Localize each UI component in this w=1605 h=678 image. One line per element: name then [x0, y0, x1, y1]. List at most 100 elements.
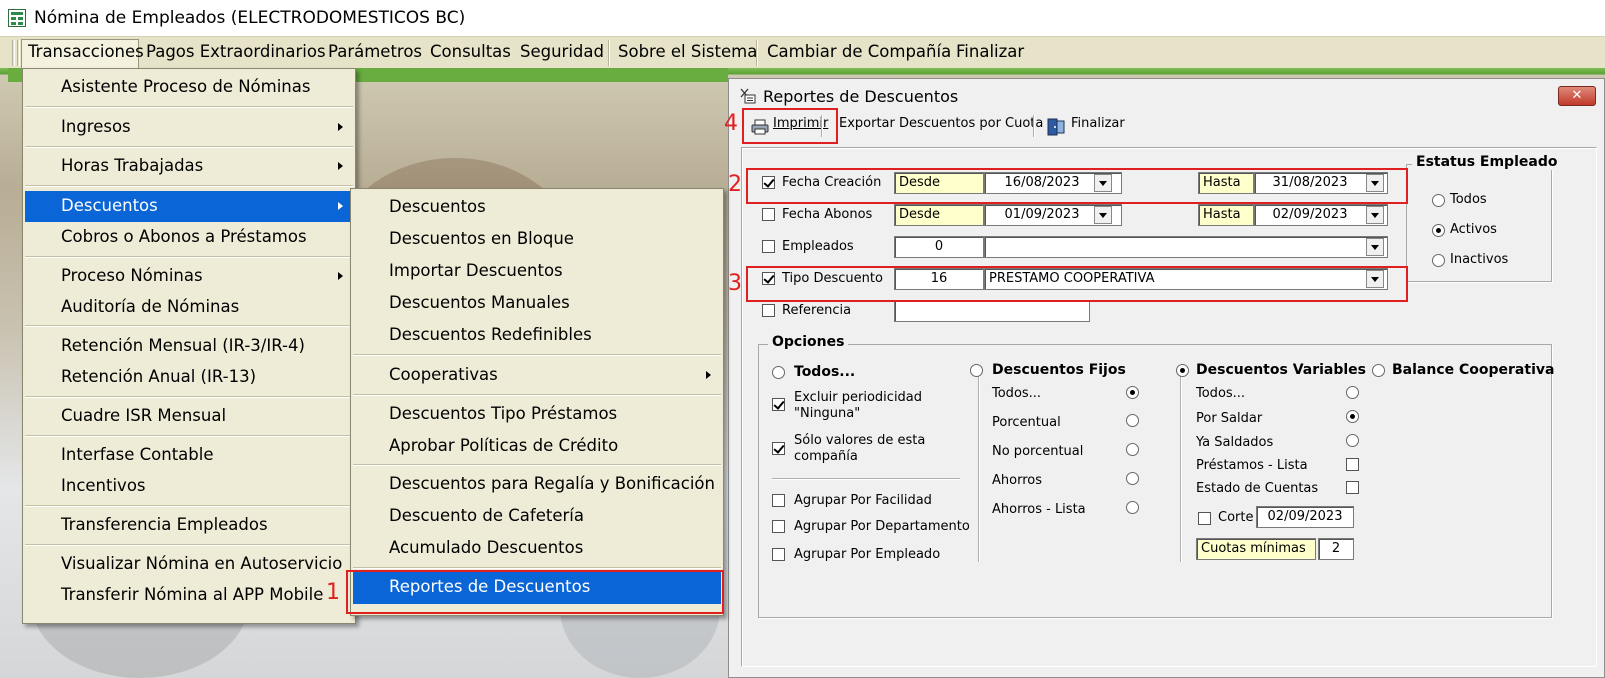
fijos-ahorros-lista-radio[interactable] [1126, 501, 1139, 514]
spreadsheet-app-icon [8, 9, 26, 27]
submenu-item-cafeteria[interactable]: Descuento de Cafetería [353, 501, 721, 531]
variables-estado-cuentas-checkbox[interactable] [1346, 481, 1359, 494]
corte-date-field[interactable]: 02/09/2023 [1256, 506, 1354, 528]
menu-cambiar-compania[interactable]: Cambiar de Compañía [767, 42, 951, 61]
menu-consultas[interactable]: Consultas [430, 42, 511, 61]
fijos-todos-radio[interactable] [1126, 386, 1139, 399]
menu-parametros[interactable]: Parámetros [328, 42, 422, 61]
agrupar-facilidad-label: Agrupar Por Facilidad [794, 493, 932, 508]
excluir-periodicidad-checkbox[interactable] [772, 398, 785, 411]
menu-item-ingresos[interactable]: Ingresos [25, 112, 353, 142]
menu-item-visualizar-autoservicio[interactable]: Visualizar Nómina en Autoservicio [25, 549, 353, 579]
toolbar-separator [1033, 115, 1035, 137]
submenu-item-regalia[interactable]: Descuentos para Regalía y Bonificación [353, 469, 721, 499]
submenu-item-aprobar-politicas[interactable]: Aprobar Políticas de Crédito [353, 431, 721, 461]
descuentos-variables-title: Descuentos Variables [1196, 362, 1367, 378]
opciones-group [758, 344, 1552, 618]
menu-item-ingresos-label: Ingresos [61, 117, 131, 136]
submenu-arrow-icon [338, 272, 343, 280]
excluir-periodicidad-label-2: "Ninguna" [794, 406, 861, 421]
opciones-todos-radio[interactable] [772, 366, 785, 379]
referencia-checkbox[interactable] [762, 304, 775, 317]
fijos-porcentual-radio[interactable] [1126, 414, 1139, 427]
exportar-descuentos-button[interactable]: Exportar Descuentos por Cuota [839, 116, 1043, 131]
menu-bar: Transacciones Pagos Extraordinarios Pará… [0, 36, 1605, 68]
menu-separator [25, 146, 353, 148]
estatus-todos-radio[interactable] [1432, 194, 1445, 207]
cuotas-minimas-field[interactable]: 2 [1318, 538, 1354, 560]
menu-separator [353, 354, 721, 356]
menu-separator [756, 40, 758, 66]
submenu-arrow-icon [706, 371, 711, 379]
submenu-item-cooperativas[interactable]: Cooperativas [353, 360, 721, 390]
chevron-down-icon[interactable] [1366, 206, 1384, 224]
submenu-item-importar[interactable]: Importar Descuentos [353, 256, 721, 286]
submenu-item-acumulado[interactable]: Acumulado Descuentos [353, 533, 721, 563]
menu-item-incentivos[interactable]: Incentivos [25, 471, 353, 501]
close-icon[interactable]: ✕ [1558, 86, 1596, 106]
menu-item-cobros-abonos[interactable]: Cobros o Abonos a Préstamos [25, 222, 353, 252]
fijos-ahorros-radio[interactable] [1126, 472, 1139, 485]
menu-item-transferir-app[interactable]: Transferir Nómina al APP Mobile [25, 580, 353, 610]
submenu-item-descuentos-bloque[interactable]: Descuentos en Bloque [353, 224, 721, 254]
variables-por-saldar-radio[interactable] [1346, 410, 1359, 423]
annotation-box-4 [742, 108, 838, 144]
menu-item-retencion-anual[interactable]: Retención Anual (IR-13) [25, 362, 353, 392]
agrupar-empleado-checkbox[interactable] [772, 548, 785, 561]
finalizar-button[interactable]: Finalizar [1071, 116, 1125, 131]
estatus-activos-radio[interactable] [1432, 224, 1445, 237]
divider [1180, 368, 1182, 562]
variables-prestamos-lista-checkbox[interactable] [1346, 458, 1359, 471]
chevron-down-icon[interactable] [1366, 238, 1384, 256]
submenu-item-tipo-prestamos[interactable]: Descuentos Tipo Préstamos [353, 399, 721, 429]
variables-todos-radio[interactable] [1346, 386, 1359, 399]
menu-sobre-el-sistema[interactable]: Sobre el Sistema [618, 42, 757, 61]
window-title: Nómina de Empleados (ELECTRODOMESTICOS B… [34, 8, 466, 28]
menu-separator [25, 435, 353, 437]
chevron-down-icon[interactable] [1094, 206, 1112, 224]
agrupar-departamento-checkbox[interactable] [772, 520, 785, 533]
menu-item-interfase-contable[interactable]: Interfase Contable [25, 440, 353, 470]
descuentos-variables-radio[interactable] [1176, 364, 1189, 377]
menu-separator [25, 325, 353, 327]
fijos-no-porcentual-radio[interactable] [1126, 443, 1139, 456]
balance-cooperativa-radio[interactable] [1372, 364, 1385, 377]
dialog-title-bar: Reportes de Descuentos ✕ [729, 79, 1604, 109]
menu-item-transferencia-empleados[interactable]: Transferencia Empleados [25, 510, 353, 540]
menu-item-proceso-label: Proceso Nóminas [61, 266, 203, 285]
descuentos-submenu: Descuentos Descuentos en Bloque Importar… [350, 188, 724, 616]
descuentos-fijos-radio[interactable] [970, 364, 983, 377]
menu-item-retencion-mensual[interactable]: Retención Mensual (IR-3/IR-4) [25, 331, 353, 361]
referencia-field[interactable] [894, 300, 1090, 322]
menu-transacciones[interactable]: Transacciones [28, 42, 144, 61]
corte-checkbox[interactable] [1198, 512, 1211, 525]
solo-valores-checkbox[interactable] [772, 442, 785, 455]
menu-item-proceso-nominas[interactable]: Proceso Nóminas [25, 261, 353, 291]
annotation-number-4: 4 [724, 111, 738, 136]
empleados-checkbox[interactable] [762, 240, 775, 253]
menu-item-cuadre-isr[interactable]: Cuadre ISR Mensual [25, 401, 353, 431]
menu-item-horas-trabajadas[interactable]: Horas Trabajadas [25, 151, 353, 181]
menu-finalizar[interactable]: Finalizar [956, 42, 1024, 61]
menu-item-auditoria[interactable]: Auditoría de Nóminas [25, 292, 353, 322]
variables-por-saldar-label: Por Saldar [1196, 411, 1263, 426]
variables-estado-cuentas-label: Estado de Cuentas [1196, 481, 1319, 496]
empleados-select[interactable] [984, 236, 1388, 258]
menu-separator [25, 396, 353, 398]
variables-ya-saldados-radio[interactable] [1346, 434, 1359, 447]
fijos-ahorros-lista-label: Ahorros - Lista [992, 502, 1086, 517]
fecha-abonos-checkbox[interactable] [762, 208, 775, 221]
empleados-code-field[interactable]: 0 [894, 236, 984, 258]
menu-separator [25, 544, 353, 546]
submenu-item-descuentos[interactable]: Descuentos [353, 192, 721, 222]
estatus-inactivos-radio[interactable] [1432, 254, 1445, 267]
agrupar-facilidad-checkbox[interactable] [772, 494, 785, 507]
menu-item-descuentos[interactable]: Descuentos [25, 191, 353, 222]
annotation-number-2: 2 [728, 172, 742, 197]
menu-item-asistente-proceso[interactable]: Asistente Proceso de Nóminas [25, 72, 353, 102]
menu-pagos-extraordinarios[interactable]: Pagos Extraordinarios [146, 42, 326, 61]
submenu-item-manuales[interactable]: Descuentos Manuales [353, 288, 721, 318]
excluir-periodicidad-label: Excluir periodicidad [794, 390, 923, 405]
submenu-item-redefinibles[interactable]: Descuentos Redefinibles [353, 320, 721, 350]
menu-seguridad[interactable]: Seguridad [520, 42, 604, 61]
